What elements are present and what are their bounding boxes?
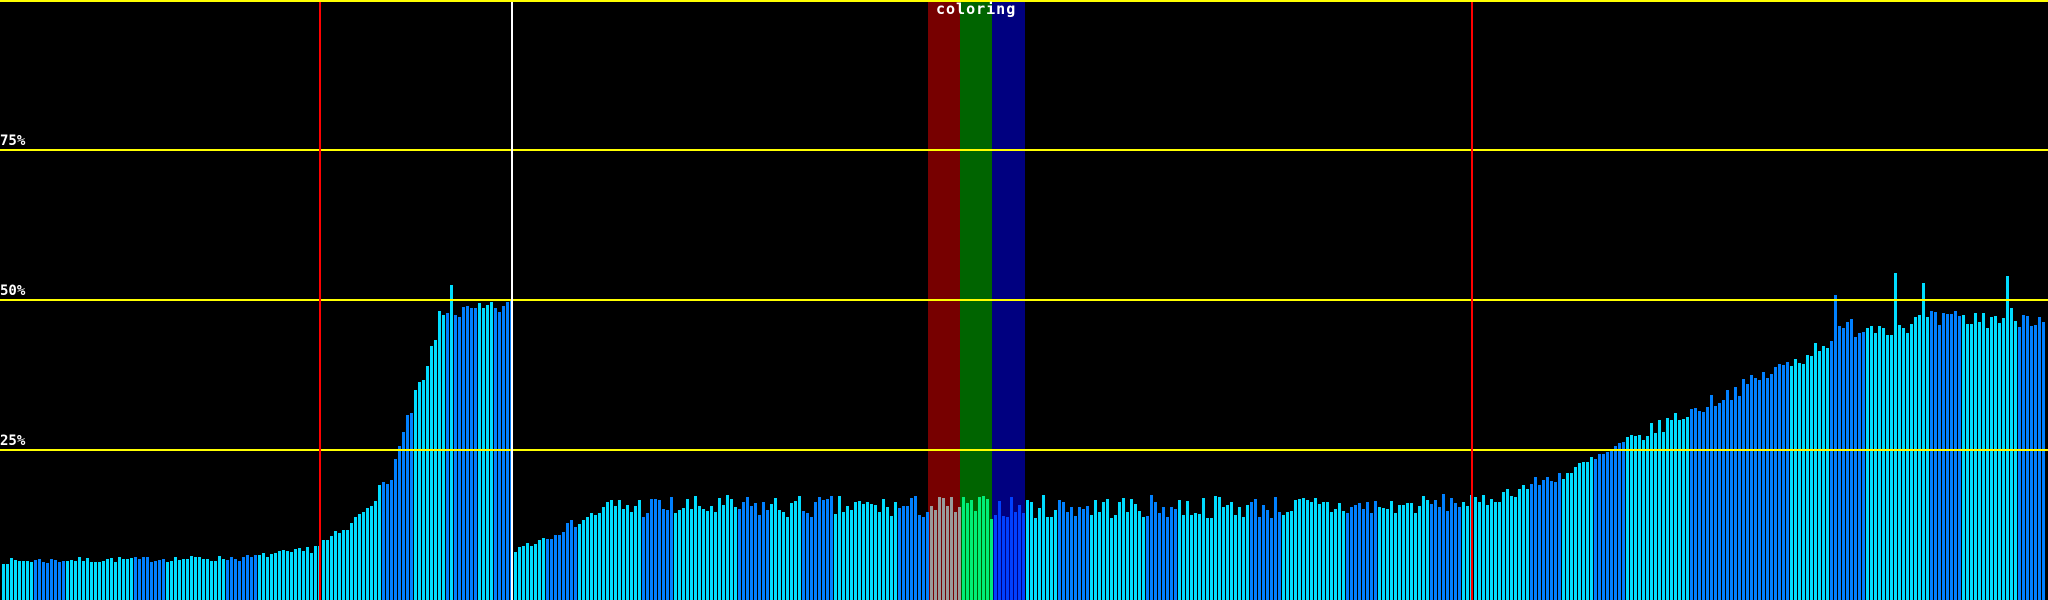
coloring-label: coloring <box>936 1 1016 18</box>
labels-layer: coloring <box>0 0 2048 600</box>
coverage-bar-chart: 75%50%25% coloring <box>0 0 2048 600</box>
